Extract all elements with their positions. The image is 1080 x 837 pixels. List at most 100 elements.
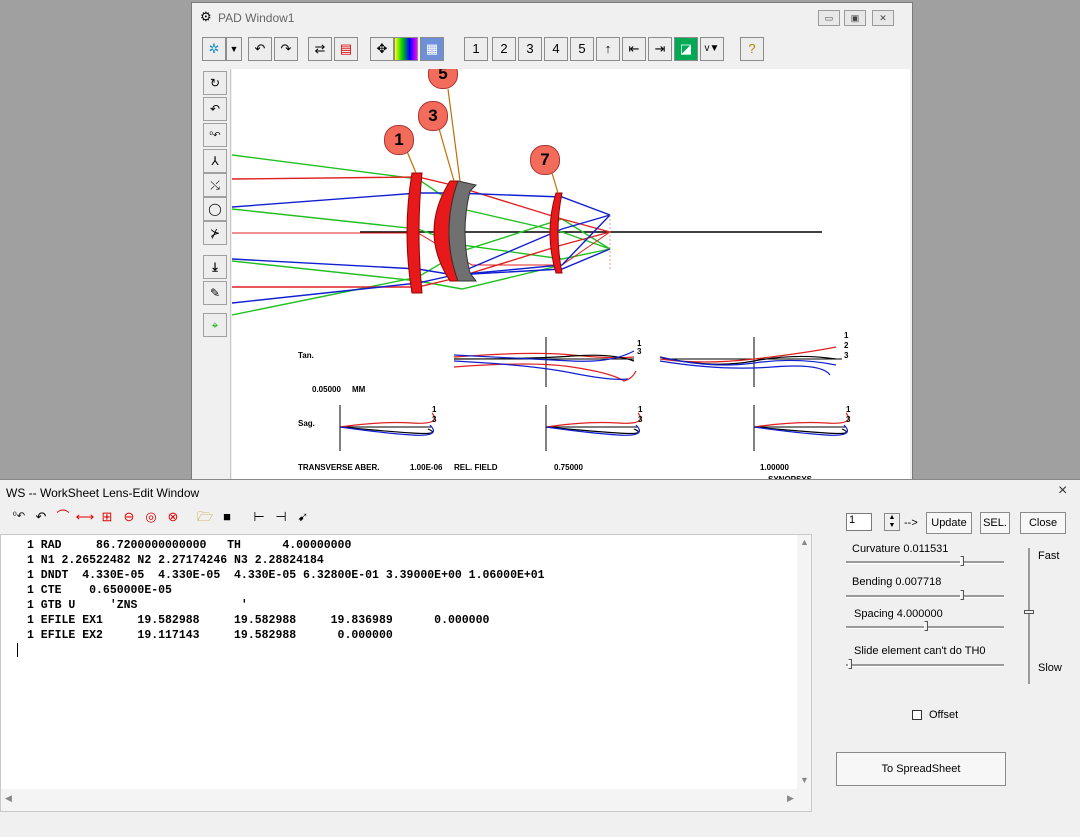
axis-icon[interactable]: ⊁ <box>203 221 227 245</box>
thickness-icon[interactable]: ⟷ <box>74 506 96 528</box>
edit-icon[interactable]: ✎ <box>203 281 227 305</box>
folder-open-icon[interactable]: 🗁 <box>194 506 216 528</box>
pad-window: ⚙ PAD Window1 ▭ ▣ ✕ ✲ ▼ ↶ ↷ ⇄ ▤ ✥ ▦ 1 2 … <box>191 2 913 492</box>
update-button[interactable]: Update <box>926 512 972 534</box>
to-spreadsheet-button[interactable]: To SpreadSheet <box>836 752 1006 786</box>
pad-window-title: PAD Window1 <box>218 11 295 25</box>
text-cursor <box>17 643 18 657</box>
chevron-down-icon[interactable]: ▼ <box>226 37 242 61</box>
target-circle-icon[interactable]: ◎ <box>140 506 162 528</box>
arrow-right-bar-icon[interactable]: ⇥ <box>648 37 672 61</box>
horizontal-scrollbar[interactable]: ◀ ▶ <box>1 789 811 811</box>
scale-unit: MM <box>352 385 366 394</box>
ws-window-title: WS -- WorkSheet Lens-Edit Window <box>6 486 200 500</box>
element-label-7: 7 <box>530 145 560 175</box>
vertical-scrollbar[interactable]: ▲ ▼ <box>797 535 811 789</box>
worksheet-window: WS -- WorkSheet Lens-Edit Window × ⁰↶ ↶ … <box>0 479 1080 837</box>
code-line: 1 EFILE EX2 19.117143 19.582988 0.000000 <box>27 629 393 642</box>
undo-zero-icon[interactable]: ⁰↶ <box>8 506 30 528</box>
scroll-right-icon[interactable]: ▶ <box>787 793 794 804</box>
fit-view-icon[interactable]: ✥ <box>370 37 394 61</box>
slide-element-slider-thumb[interactable] <box>848 659 852 669</box>
close-button[interactable]: Close <box>1020 512 1066 534</box>
curvature-slider[interactable] <box>846 561 1004 564</box>
slow-label: Slow <box>1038 662 1062 674</box>
sag-curve-label-1b: 1 <box>638 405 643 414</box>
insert-bar-icon[interactable]: ⊢ <box>248 506 270 528</box>
slide-element-slider[interactable] <box>846 664 1004 667</box>
code-line: 1 GTB U 'ZNS ' <box>27 599 248 612</box>
sel-button[interactable]: SEL. <box>980 512 1010 534</box>
close-window-button[interactable]: ✕ <box>872 10 894 26</box>
offset-label: Offset <box>929 709 959 721</box>
view-4-button[interactable]: 4 <box>544 37 568 61</box>
target-icon[interactable]: ⌖ <box>203 313 227 337</box>
save-icon[interactable]: ■ <box>216 506 238 528</box>
bending-slider[interactable] <box>846 595 1004 598</box>
minimize-button[interactable]: ▭ <box>818 10 840 26</box>
curvature-icon[interactable]: ⌒ <box>52 506 74 528</box>
rotate-icon[interactable]: ↻ <box>203 71 227 95</box>
code-line: 1 EFILE EX1 19.582988 19.582988 19.83698… <box>27 614 490 627</box>
speed-slider[interactable] <box>1028 548 1030 684</box>
fork-icon[interactable]: ⅄ <box>203 149 227 173</box>
redo-icon[interactable]: ↷ <box>274 37 298 61</box>
pad-title-bar[interactable]: ⚙ PAD Window1 ▭ ▣ ✕ <box>192 3 912 31</box>
sag-curve-label-1c: 1 <box>846 405 851 414</box>
code-line: 1 DNDT 4.330E-05 4.330E-05 4.330E-05 6.3… <box>27 569 545 582</box>
offset-checkbox[interactable] <box>912 710 922 720</box>
scroll-down-icon[interactable]: ▼ <box>800 775 809 785</box>
filter-icon[interactable]: v▼ <box>700 37 724 61</box>
undo-icon[interactable]: ↶ <box>30 506 52 528</box>
scroll-up-icon[interactable]: ▲ <box>800 537 809 547</box>
maximize-button[interactable]: ▣ <box>844 10 866 26</box>
delete-element-icon[interactable]: ⊗ <box>162 506 184 528</box>
undo-zero-icon[interactable]: ⁰↶ <box>203 123 227 147</box>
ws-close-icon[interactable]: × <box>1058 482 1067 500</box>
adjust-icon[interactable]: ⇄ <box>308 37 332 61</box>
arrow-left-bar-icon[interactable]: ⇤ <box>622 37 646 61</box>
pad-toolbar: ✲ ▼ ↶ ↷ ⇄ ▤ ✥ ▦ 1 2 3 4 5 ↑ ⇤ ⇥ ◪ v▼ ? <box>196 35 908 65</box>
grid-icon[interactable]: ⊞ <box>96 506 118 528</box>
surface-spinner[interactable]: ▲ ▼ <box>884 513 900 531</box>
lens-ray-diagram <box>232 88 850 451</box>
span-bar-icon[interactable]: ⊣ <box>270 506 292 528</box>
scroll-left-icon[interactable]: ◀ <box>5 793 12 804</box>
pointer-icon[interactable]: ➹ <box>292 506 314 528</box>
lens-edit-text-area[interactable]: 1 RAD 86.7200000000000 TH 4.00000000 1 N… <box>0 534 812 812</box>
arrow-up-icon[interactable]: ↑ <box>596 37 620 61</box>
curvature-slider-thumb[interactable] <box>960 556 964 566</box>
bending-slider-thumb[interactable] <box>960 590 964 600</box>
layout-icon[interactable]: ▤ <box>334 37 358 61</box>
view-3-button[interactable]: 3 <box>518 37 542 61</box>
view-1-button[interactable]: 1 <box>464 37 488 61</box>
curvature-label: Curvature 0.011531 <box>852 543 949 555</box>
undo-icon[interactable]: ↶ <box>248 37 272 61</box>
view-2-button[interactable]: 2 <box>492 37 516 61</box>
surface-number-input[interactable]: 1 <box>846 513 872 531</box>
spacing-slider-thumb[interactable] <box>924 621 928 631</box>
speed-slider-thumb[interactable] <box>1024 610 1034 614</box>
slide-element-label: Slide element can't do TH0 <box>854 645 986 657</box>
split-icon[interactable]: ⤯ <box>203 173 227 197</box>
field-100-label: 1.00000 <box>760 463 789 472</box>
code-line: 1 RAD 86.7200000000000 TH 4.00000000 <box>27 539 352 552</box>
spot-diagram-icon[interactable]: ▦ <box>420 37 444 61</box>
help-icon[interactable]: ? <box>740 37 764 61</box>
lens-icon[interactable]: ◯ <box>203 197 227 221</box>
settings-icon[interactable]: ✲ <box>202 37 226 61</box>
element-label-1: 1 <box>384 125 414 155</box>
view-5-button[interactable]: 5 <box>570 37 594 61</box>
transverse-label: TRANSVERSE ABER. <box>298 463 380 472</box>
field-075-label: 0.75000 <box>554 463 583 472</box>
chart-icon[interactable]: ◪ <box>674 37 698 61</box>
undo-step-icon[interactable]: ↶ <box>203 97 227 121</box>
sag-curve-label-3a: 3 <box>432 415 437 424</box>
circle-minus-icon[interactable]: ⊖ <box>118 506 140 528</box>
lens-drawing-canvas[interactable]: 1 3 5 7 Tan. 0.05000 MM Sag. 1 3 1 2 3 1… <box>232 69 910 483</box>
color-bar-icon[interactable] <box>394 37 418 61</box>
sag-curve-label-3c: 3 <box>846 415 851 424</box>
download-icon[interactable]: ⤓ <box>203 255 227 279</box>
scale-value: 0.05000 <box>312 385 341 394</box>
curve-label-1b: 1 <box>844 331 849 340</box>
